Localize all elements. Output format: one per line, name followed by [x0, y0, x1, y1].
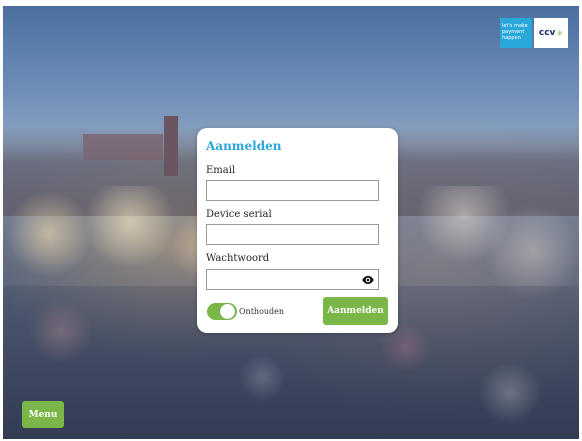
brand-header: let's make payment happen ccv ✳	[500, 18, 568, 48]
email-field[interactable]	[206, 180, 379, 201]
device-serial-field[interactable]	[206, 224, 379, 245]
brand-tagline: let's make payment happen	[500, 18, 532, 48]
remember-toggle-knob	[220, 304, 235, 319]
remember-label: Onthouden	[239, 307, 285, 316]
email-label: Email	[206, 165, 236, 176]
menu-button[interactable]: Menu	[22, 401, 64, 428]
remember-toggle[interactable]	[207, 303, 237, 320]
eye-icon[interactable]	[361, 273, 375, 287]
login-card: Aanmelden Email Device serial Wachtwoord…	[197, 128, 398, 333]
background-minaret	[164, 116, 178, 176]
ccv-logo: ccv ✳	[534, 18, 568, 48]
login-button[interactable]: Aanmelden	[323, 297, 388, 325]
ccv-logo-text: ccv	[538, 28, 556, 38]
password-field[interactable]	[206, 269, 379, 290]
background-building	[83, 134, 163, 160]
login-title: Aanmelden	[206, 139, 282, 153]
password-label: Wachtwoord	[206, 253, 270, 264]
ccv-logo-mark-icon: ✳	[556, 28, 564, 38]
device-serial-label: Device serial	[206, 209, 272, 220]
